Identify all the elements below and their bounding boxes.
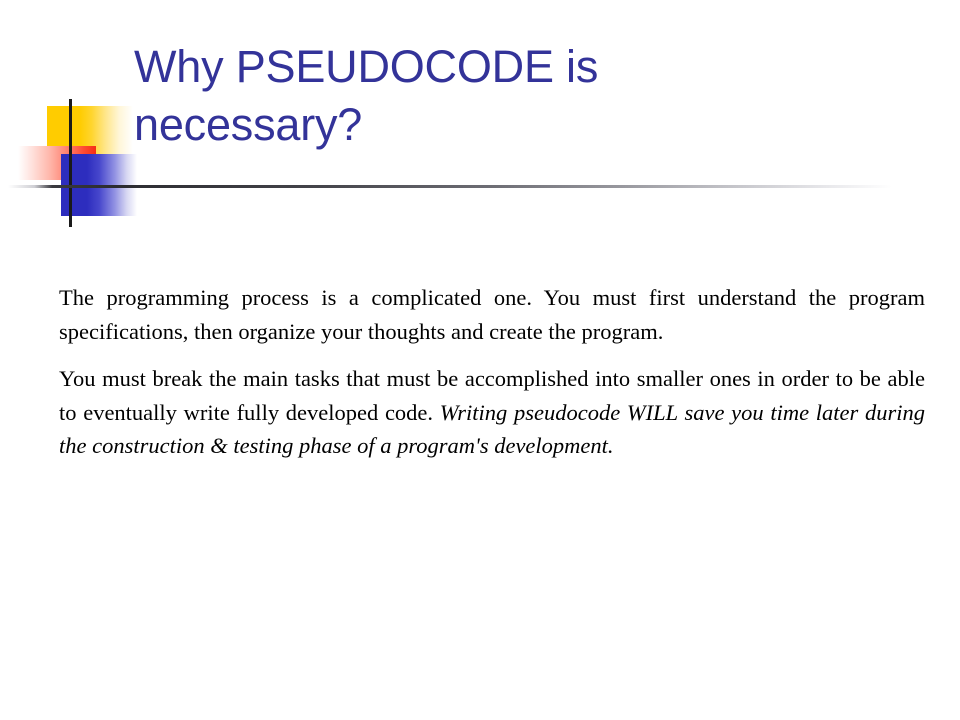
blue-block-icon [61, 154, 137, 216]
body-paragraph-1: The programming process is a complicated… [59, 285, 925, 344]
red-block-icon [18, 146, 96, 180]
body-paragraph-2: You must break the main tasks that must … [59, 362, 925, 463]
slide-body: The programming process is a complicated… [59, 281, 925, 463]
slide-title: Why PSEUDOCODE is necessary? [134, 41, 599, 150]
yellow-block-icon [47, 106, 133, 164]
vertical-rule-icon [69, 99, 72, 227]
slide-canvas: Why PSEUDOCODE is necessary? The program… [0, 0, 960, 720]
horizontal-rule-divider [8, 185, 892, 188]
